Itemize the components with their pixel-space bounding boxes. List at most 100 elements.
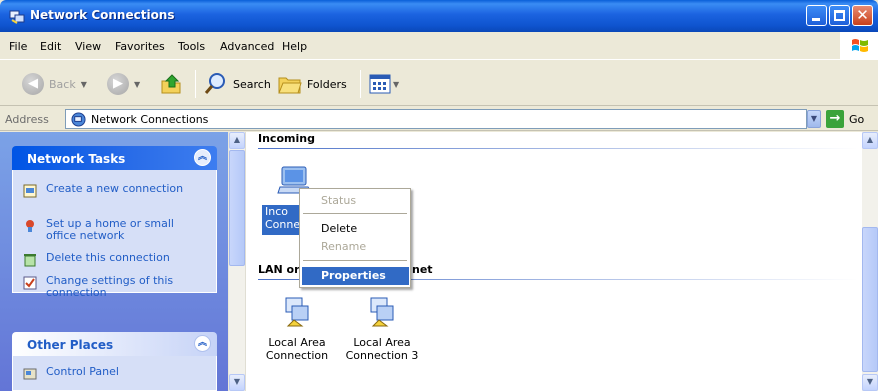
folders-label: Folders	[307, 77, 347, 91]
other-places-title: Other Places	[27, 338, 114, 352]
menu-file[interactable]: File	[9, 40, 27, 53]
scroll-up-button[interactable]: ▲	[862, 132, 878, 149]
chevron-up-icon: ▲	[233, 135, 241, 144]
search-icon	[204, 73, 225, 94]
menu-edit[interactable]: Edit	[40, 40, 61, 53]
network-tasks-header[interactable]: Network Tasks ︽	[12, 146, 217, 170]
search-button[interactable]: Search	[204, 72, 271, 96]
title-bar[interactable]: Network Connections ✕	[0, 0, 878, 32]
task-label: Delete this connection	[46, 251, 170, 264]
menu-tools[interactable]: Tools	[178, 40, 205, 53]
content-scrollbar[interactable]: ▲ ▼	[862, 132, 878, 391]
go-label: Go	[849, 112, 865, 126]
context-menu-separator	[303, 213, 407, 214]
go-button[interactable]: → Go	[826, 109, 874, 129]
network-connections-icon	[9, 10, 25, 24]
network-tasks-title: Network Tasks	[27, 152, 126, 166]
context-menu-properties[interactable]: Properties	[302, 267, 409, 285]
group-title-lan-right: net	[412, 263, 433, 276]
toolbar-separator	[195, 70, 196, 98]
place-control-panel[interactable]: Control Panel	[23, 366, 206, 381]
lan-connection-item[interactable]: Local Area Connection	[257, 296, 337, 362]
menu-advanced[interactable]: Advanced	[220, 40, 274, 53]
up-folder-button[interactable]	[160, 72, 182, 96]
forward-button[interactable]: ▶ ▼	[107, 72, 140, 96]
other-places-panel: Control Panel	[12, 356, 217, 391]
settings-icon	[23, 276, 37, 290]
chevron-down-icon: ▼	[134, 79, 141, 89]
scroll-up-button[interactable]: ▲	[229, 132, 245, 149]
chevron-down-icon: ▼	[233, 377, 241, 386]
menu-favorites[interactable]: Favorites	[115, 40, 165, 53]
task-label: Change settings of this connection	[46, 274, 174, 299]
scroll-down-button[interactable]: ▼	[862, 374, 878, 391]
delete-icon	[24, 254, 36, 267]
search-label: Search	[233, 77, 271, 91]
address-input[interactable]: Network Connections	[65, 109, 807, 129]
context-menu-rename: Rename	[321, 240, 367, 253]
views-button[interactable]: ▼	[369, 72, 399, 96]
network-tasks-panel: Create a new connection Set up a home or…	[12, 170, 217, 299]
chevron-down-icon: ▼	[810, 114, 818, 123]
minimize-button[interactable]	[806, 5, 827, 26]
back-label: Back	[49, 77, 76, 91]
folders-icon	[278, 77, 302, 94]
address-label: Address	[5, 113, 49, 126]
windows-logo	[840, 32, 878, 60]
group-title-lan-left: LAN or	[258, 263, 300, 276]
menu-help[interactable]: Help	[282, 40, 307, 53]
scroll-thumb[interactable]	[229, 150, 245, 266]
forward-arrow-icon: ▶	[107, 73, 129, 95]
task-pane: Network Tasks ︽ Create a new connection …	[0, 132, 228, 391]
window-title: Network Connections	[30, 8, 175, 22]
new-connection-icon	[23, 184, 37, 198]
lan-connection-3-item[interactable]: Local Area Connection 3	[342, 296, 422, 362]
control-panel-icon	[23, 368, 37, 380]
task-delete-connection[interactable]: Delete this connection	[23, 252, 206, 267]
lan-connection-icon	[370, 297, 394, 327]
maximize-icon	[834, 10, 845, 21]
network-connections-icon	[71, 112, 86, 127]
minimize-icon	[812, 18, 820, 21]
context-menu-separator	[303, 260, 407, 261]
task-label: Create a new connection	[46, 182, 184, 195]
address-bar: Address Network Connections ▼ → Go	[0, 107, 878, 131]
address-dropdown-button[interactable]: ▼	[807, 110, 821, 128]
collapse-chevron-icon[interactable]: ︽	[194, 149, 211, 166]
close-icon: ✕	[856, 6, 869, 24]
folders-button[interactable]: Folders	[278, 72, 347, 96]
toolbar: ◀ Back ▼ ▶ ▼ Search Folders ▼	[0, 61, 878, 106]
group-divider	[258, 148, 858, 149]
address-value: Network Connections	[91, 113, 209, 126]
task-create-connection[interactable]: Create a new connection	[23, 183, 206, 198]
scroll-down-button[interactable]: ▼	[229, 374, 245, 391]
menu-view[interactable]: View	[75, 40, 101, 53]
group-title-incoming: Incoming	[258, 132, 315, 145]
chevron-down-icon: ▼	[80, 79, 87, 89]
scroll-thumb[interactable]	[862, 227, 878, 372]
home-network-icon	[26, 220, 34, 232]
windows-flag-icon	[852, 39, 868, 52]
task-label: Set up a home or small office network	[46, 217, 174, 242]
back-button[interactable]: ◀ Back ▼	[22, 72, 87, 96]
other-places-header[interactable]: Other Places ︽	[12, 332, 217, 356]
lan-connection-icon	[285, 297, 309, 327]
context-menu-status: Status	[321, 194, 357, 207]
back-arrow-icon: ◀	[22, 73, 44, 95]
menu-bar: File Edit View Favorites Tools Advanced …	[0, 32, 878, 60]
maximize-button[interactable]	[829, 5, 850, 26]
lan-connection-3-label: Local Area Connection 3	[345, 336, 419, 362]
close-button[interactable]: ✕	[852, 5, 873, 26]
lan-connection-label: Local Area Connection	[265, 336, 329, 362]
task-change-settings[interactable]: Change settings of this connection	[23, 275, 206, 299]
task-home-network[interactable]: Set up a home or small office network	[23, 218, 206, 242]
chevron-up-icon: ▲	[866, 135, 874, 144]
collapse-chevron-icon[interactable]: ︽	[194, 335, 211, 352]
up-folder-icon	[161, 74, 181, 94]
context-menu-delete[interactable]: Delete	[302, 220, 409, 238]
go-arrow-icon: →	[826, 110, 844, 128]
chevron-down-icon: ▼	[866, 377, 874, 386]
task-pane-scrollbar[interactable]: ▲ ▼	[229, 132, 246, 391]
chevron-down-icon: ▼	[393, 79, 400, 89]
task-label: Control Panel	[46, 365, 119, 378]
